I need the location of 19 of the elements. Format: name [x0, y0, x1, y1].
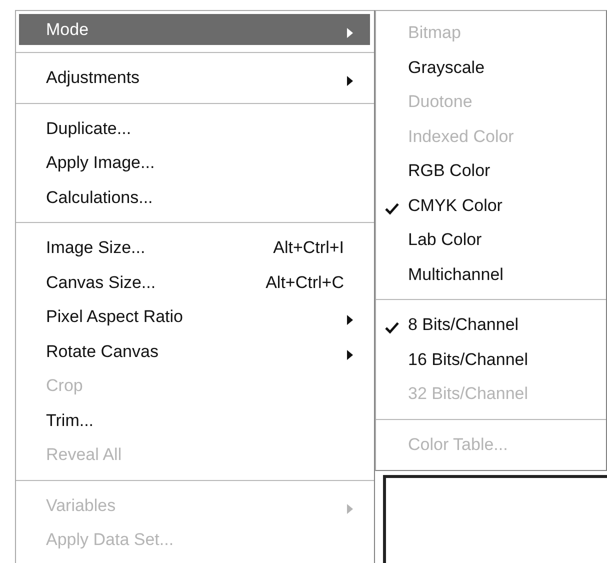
menu-item[interactable]: CMYK Color — [376, 188, 606, 223]
menu-item[interactable]: Duplicate... — [19, 112, 370, 146]
menu-item[interactable]: Calculations... — [19, 180, 370, 215]
menu-item[interactable]: Grayscale — [376, 50, 606, 85]
menu-item[interactable]: Adjustments — [19, 61, 370, 96]
menu-item[interactable]: Trim... — [19, 404, 370, 438]
menu-item[interactable]: Multichannel — [376, 258, 606, 292]
menu-item[interactable]: Pixel Aspect Ratio — [19, 300, 370, 334]
shortcut-text: Alt+Ctrl+I — [273, 238, 345, 258]
menu-item[interactable]: 8 Bits/Channel — [376, 308, 606, 342]
menu-item[interactable]: Lab Color — [376, 223, 606, 258]
menu-item[interactable]: Canvas Size... Alt+Ctrl+C — [19, 266, 370, 300]
menu-item[interactable]: Apply Image... — [19, 146, 370, 180]
shortcut-text: Alt+Ctrl+C — [266, 272, 345, 293]
menu-item[interactable]: 16 Bits/Channel — [376, 342, 606, 377]
menu-item[interactable]: Rotate Canvas — [19, 334, 370, 369]
menu-item[interactable]: Mode — [19, 14, 370, 45]
menu-item[interactable]: RGB Color — [376, 154, 606, 188]
menu-item[interactable]: Image Size... Alt+Ctrl+I — [19, 231, 370, 266]
